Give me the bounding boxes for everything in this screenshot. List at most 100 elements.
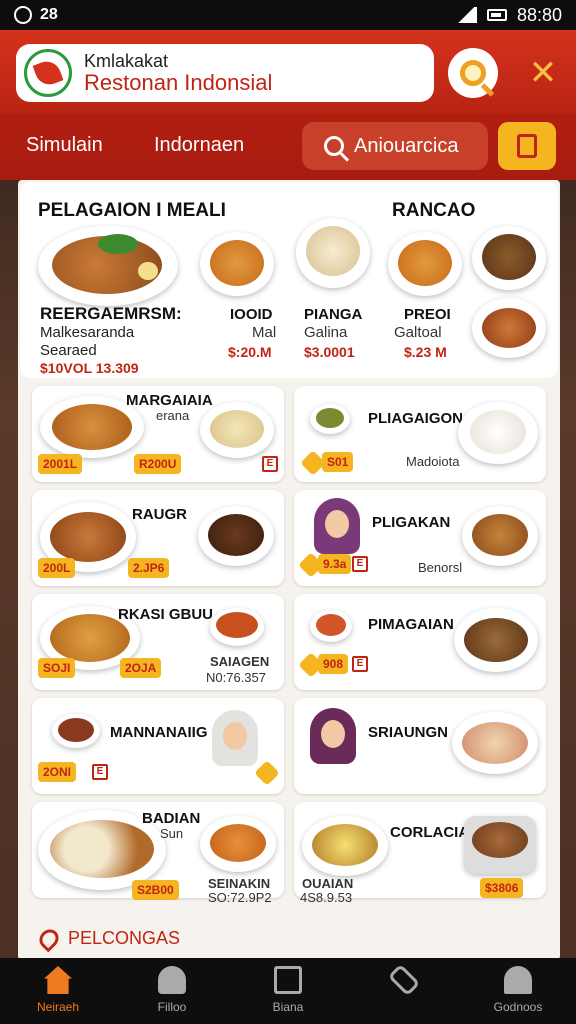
- nav-coupons[interactable]: [354, 963, 454, 1000]
- halal-badge-icon: E: [352, 556, 368, 572]
- menu-card[interactable]: PIMAGAIAN 908 E: [294, 594, 546, 690]
- featured-menu-card[interactable]: PELAGAION I MEALI RANCAO REERGAEMRSM: Ma…: [20, 182, 558, 378]
- curry-bowl-image: [388, 232, 462, 296]
- brand-box[interactable]: Kmlakakat Restonan Indonsial: [16, 44, 434, 102]
- halal-badge-icon: E: [262, 456, 278, 472]
- halal-badge-icon: E: [92, 764, 108, 780]
- user-icon: [158, 966, 186, 994]
- status-bar: 28 88:80: [0, 0, 576, 30]
- restaurant-logo: [24, 49, 72, 97]
- sauce-bowl-image: [310, 404, 350, 434]
- card-item-name: SAIAGEN: [210, 654, 270, 669]
- price-tag: SOJI: [38, 658, 76, 678]
- hero-item-name: PREOI: [404, 306, 451, 323]
- tag-icon: [387, 963, 421, 997]
- hero-subtitle: REERGAEMRSM:: [40, 304, 182, 323]
- card-item-name: SEINAKIN: [208, 876, 271, 891]
- home-icon: [44, 966, 72, 994]
- footer-link-label: PELCONGAS: [68, 928, 181, 948]
- menu-card[interactable]: MANNANAIIG 2ONI E: [32, 698, 284, 794]
- notification-icon: [14, 6, 32, 24]
- hero-item-price: $.23 M: [404, 344, 447, 360]
- brand-subtitle: Kmlakakat: [84, 51, 169, 71]
- card-title: PIMAGAIAN: [368, 616, 454, 633]
- nav-menu[interactable]: Biana: [238, 966, 338, 1014]
- price-tag: $3806: [480, 878, 524, 898]
- bottom-navigation: Neiraeh Filloo Biana Godnoos: [0, 958, 576, 1024]
- price-tag: 9.3a: [318, 554, 352, 574]
- menu-content: PELAGAION I MEALI RANCAO REERGAEMRSM: Ma…: [18, 180, 560, 960]
- meatball-plate-image: [454, 608, 538, 672]
- card-subtitle: erana: [156, 408, 190, 423]
- rice-bowl-image: [458, 402, 538, 464]
- price-tag: 2001L: [38, 454, 83, 474]
- card-item-price: SO:72.9P2: [208, 890, 272, 905]
- price-tag: 2ONI: [38, 762, 77, 782]
- close-icon[interactable]: ✕: [524, 54, 562, 92]
- hero-item-price: $:20.M: [228, 344, 272, 360]
- price-tag: 2.JP6: [128, 558, 170, 578]
- price-tag: S2B00: [132, 880, 179, 900]
- egg-plate-image: [302, 816, 388, 876]
- price-tag: 908: [318, 654, 349, 674]
- price-tag: 2OJA: [120, 658, 162, 678]
- chef-avatar: [314, 498, 360, 560]
- card-subtitle: Sun: [160, 826, 184, 841]
- nav-home-label: Neiraeh: [36, 1000, 80, 1014]
- menu-card[interactable]: RKASI GBUU SAIAGEN N0:76.357 SOJI 2OJA: [32, 594, 284, 690]
- category-navbar: Simulain Indornaen Aniouarcica: [0, 114, 576, 180]
- card-item-price: 4S8.9.53: [300, 890, 353, 905]
- price-tag: R200U: [134, 454, 182, 474]
- card-subtitle: Madoiota: [406, 454, 460, 469]
- search-icon: [324, 136, 344, 156]
- nav-profile-label: Filloo: [157, 1000, 187, 1014]
- hero-right-title: RANCAO: [392, 200, 476, 221]
- sauce-bowl-image: [310, 610, 352, 642]
- menu-card[interactable]: CORLACIAR OUAIAN 4S8.9.53 $3806: [294, 802, 546, 905]
- tab-simulain[interactable]: Simulain: [26, 134, 103, 157]
- card-title: MARGAIAIA: [126, 392, 213, 409]
- menu-card[interactable]: PLIGAKAN 9.3a E Benorsl: [294, 490, 546, 586]
- hero-item-name: IOOID: [230, 306, 273, 323]
- hero-item-price: $3.0001: [304, 344, 355, 360]
- menu-card[interactable]: MARGAIAIA erana 2001L R200U E: [32, 386, 284, 482]
- tab-indornaen[interactable]: Indornaen: [154, 134, 244, 157]
- hero-item-name: PIANGA: [304, 306, 363, 323]
- location-pin-icon: [35, 925, 63, 952]
- card-title: SRIAUNGN: [368, 724, 449, 741]
- chef-avatar: [310, 708, 356, 770]
- more-locations-link[interactable]: PELCONGAS: [35, 925, 181, 952]
- battery-icon: [486, 9, 507, 21]
- search-button[interactable]: [448, 48, 498, 98]
- price-tag: S01: [322, 452, 354, 472]
- noodle-bowl-image: [462, 506, 538, 566]
- card-title: MANNANAIIG: [110, 724, 208, 741]
- card-item-price: N0:76.357: [206, 670, 266, 685]
- favorite-icon[interactable]: [254, 760, 280, 786]
- hero-desc-1: Malkesaranda: [40, 324, 135, 341]
- card-item-name: OUAIAN: [302, 876, 354, 891]
- account-icon: [504, 966, 532, 994]
- nav-profile[interactable]: Filloo: [122, 966, 222, 1014]
- nav-menu-label: Biana: [272, 1000, 304, 1014]
- soup-bowl-image: [210, 608, 264, 646]
- nav-search-button[interactable]: Aniouarcica: [302, 122, 488, 170]
- menu-card[interactable]: BADIAN Sun SEINAKIN SO:72.9P2 S2B00: [32, 802, 284, 905]
- app-header: Kmlakakat Restonan Indonsial ✕: [0, 30, 576, 114]
- nav-home[interactable]: Neiraeh: [8, 966, 108, 1014]
- price-tag: 200L: [38, 558, 76, 578]
- noodle-bowl-image: [200, 402, 274, 458]
- list-icon: [274, 966, 302, 994]
- meat-plate-image: [472, 298, 546, 358]
- hero-item-meta: Mal: [252, 324, 277, 341]
- nav-account[interactable]: Godnoos: [468, 966, 568, 1014]
- menu-card[interactable]: SRIAUNGN: [294, 698, 546, 794]
- menu-card[interactable]: RAUGR 200L 2.JP6: [32, 490, 284, 586]
- rice-bowl-image: [296, 218, 370, 288]
- menu-card[interactable]: PLIAGAIGON S01 Madoiota: [294, 386, 546, 482]
- hero-desc-2: Searaed: [40, 342, 97, 359]
- hero-title: PELAGAION I MEALI: [38, 200, 226, 221]
- cart-button[interactable]: [498, 122, 556, 170]
- nav-account-label: Godnoos: [493, 1000, 543, 1014]
- brand-title: Restonan Indonsial: [84, 69, 273, 95]
